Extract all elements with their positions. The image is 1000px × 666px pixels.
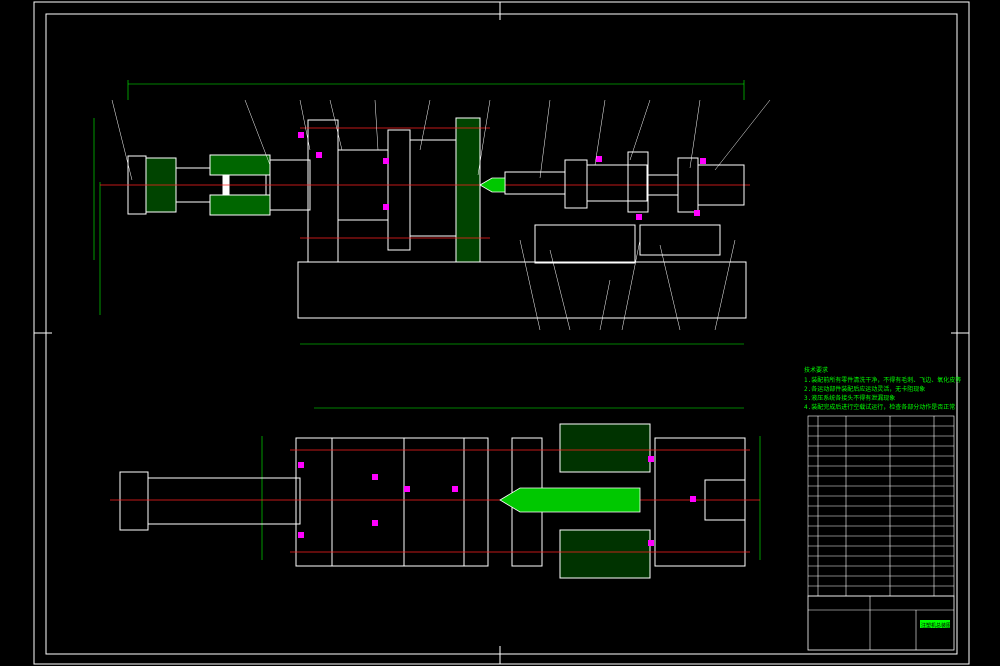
tech-req-heading: 技术要求: [804, 366, 828, 374]
title-block-drawing-name: 注塑机总装图: [921, 622, 951, 629]
title-block: 注塑机总装图: [807, 595, 955, 651]
plan-view: [110, 407, 761, 579]
tech-req-line-4: 4.装配完成后进行空载试运行，检查各部分动作是否正常: [804, 403, 955, 411]
plan-dimensions: [261, 407, 761, 560]
platens: [307, 117, 481, 263]
sheet-border: [33, 1, 970, 665]
plan-rods: [110, 449, 760, 553]
technical-requirements: 技术要求 1.装配前所有零件清洗干净，不得有毛刺、飞边、氧化皮等 2.各运动部件…: [804, 366, 961, 411]
fasteners: [298, 132, 706, 220]
machine-base: [297, 261, 747, 319]
parts-list: [807, 415, 955, 597]
tie-rods: [100, 127, 750, 239]
injection-unit: [504, 151, 745, 264]
cad-drawing-canvas: 技术要求 1.装配前所有零件清洗干净，不得有毛刺、飞边、氧化皮等 2.各运动部件…: [33, 1, 970, 665]
plan-outline: [119, 423, 746, 579]
tech-req-line-3: 3.液压系统各接头不得有泄漏现象: [804, 394, 895, 402]
nozzle: [479, 177, 506, 193]
front-section-view: [93, 80, 771, 345]
tech-req-line-2: 2.各运动部件装配后应运动灵活，无卡阻现象: [804, 385, 925, 393]
screw-barrel: [499, 487, 641, 513]
tech-req-line-1: 1.装配前所有零件清洗干净，不得有毛刺、飞边、氧化皮等: [804, 376, 961, 384]
